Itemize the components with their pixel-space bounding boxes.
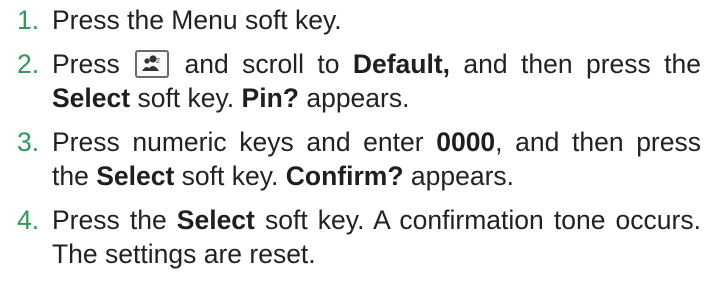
step-4: 4. Press the Select soft key. A confirma… [0, 203, 717, 271]
step-number: 3. [17, 127, 40, 157]
step-1: 1. Press the Menu soft key. [0, 3, 717, 37]
step-text: Press numeric keys and enter 0000, and t… [52, 127, 701, 191]
svg-text:2: 2 [156, 58, 160, 65]
step-text: Press the Menu soft key. [52, 5, 342, 35]
step-number: 2. [17, 49, 40, 79]
contacts-key-icon: 2 [135, 50, 170, 78]
step-3: 3. Press numeric keys and enter 0000, an… [0, 125, 717, 193]
instruction-steps: 1. Press the Menu soft key. 2. Press 2 a… [0, 3, 717, 281]
step-text: Press the Select soft key. A confirmatio… [52, 205, 701, 269]
step-text: Press 2 and scroll to Default, and then … [52, 49, 701, 113]
step-number: 1. [17, 5, 40, 35]
step-2: 2. Press 2 and scroll to Default, and th… [0, 47, 717, 115]
step-number: 4. [17, 205, 40, 235]
